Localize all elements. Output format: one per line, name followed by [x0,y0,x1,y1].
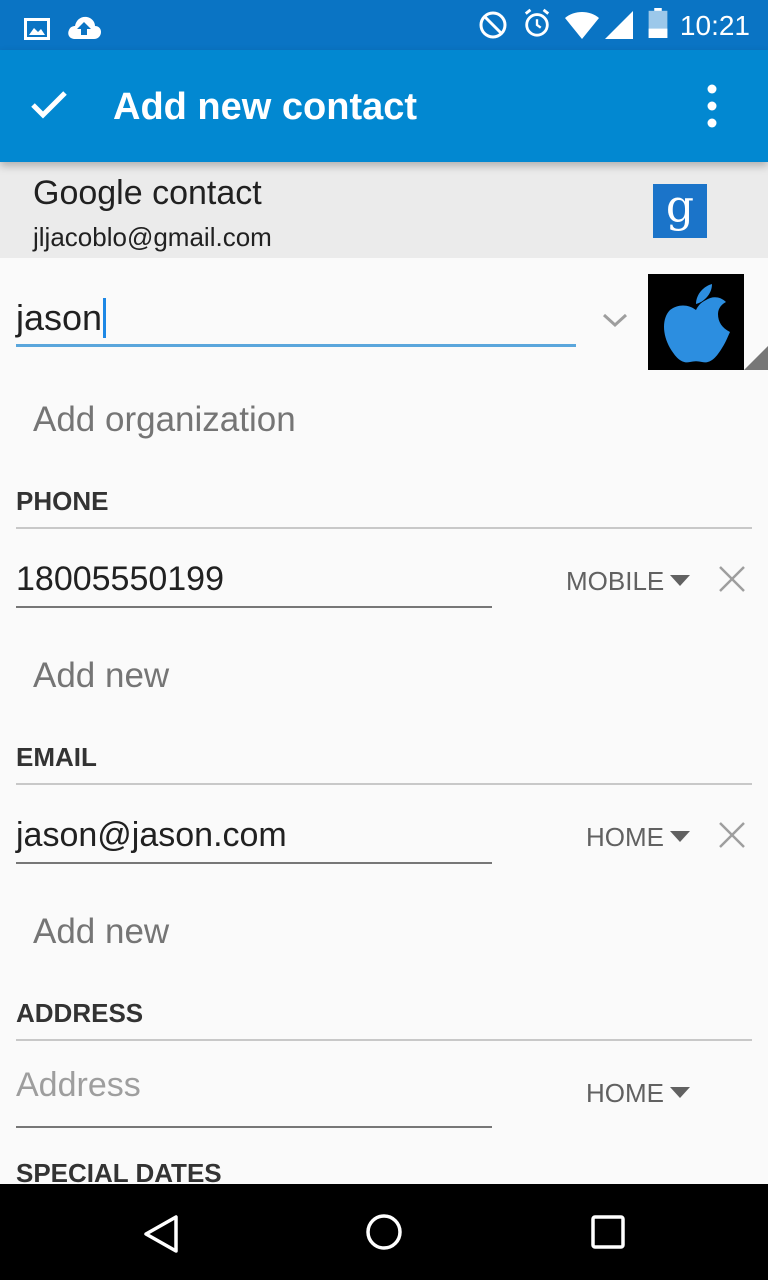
account-email: jljacoblo@gmail.com [33,222,272,252]
dropdown-arrow-icon [670,1087,690,1098]
address-section-title: ADDRESS [16,998,144,1028]
contact-photo[interactable] [648,274,744,370]
dropdown-arrow-icon [670,831,690,842]
phone-type-label: MOBILE [566,566,665,596]
app-toolbar: Add new contact [0,50,768,162]
add-organization-button[interactable]: Add organization [33,400,296,440]
text-cursor [103,298,107,338]
status-bar: 10:21 [0,0,768,50]
account-type: Google contact [33,174,262,212]
status-time: 10:21 [679,10,750,41]
email-type-dropdown[interactable]: HOME [586,822,690,853]
address-input[interactable]: Address [16,1064,492,1128]
cloud-upload-icon [68,16,101,39]
phone-divider [16,527,752,529]
email-divider [16,783,752,785]
email-input[interactable]: jason@jason.com [16,814,492,864]
remove-phone-icon[interactable] [717,564,747,594]
photo-corner-indicator [744,346,768,370]
back-icon[interactable] [142,1214,180,1254]
check-icon[interactable] [30,90,68,120]
account-header[interactable]: Google contact jljacoblo@gmail.com g [0,162,768,258]
address-type-dropdown[interactable]: HOME [586,1078,690,1109]
remove-email-icon[interactable] [717,820,747,850]
email-section-title: EMAIL [16,742,97,772]
add-new-phone-button[interactable]: Add new [33,656,169,696]
dropdown-arrow-icon [670,575,691,586]
do-not-disturb-icon [479,11,507,39]
google-logo-icon: g [653,184,707,238]
chevron-down-icon[interactable] [600,310,630,330]
name-value: jason [16,297,103,338]
phone-value: 18005550199 [16,560,225,598]
add-new-email-button[interactable]: Add new [33,912,169,952]
battery-icon [648,8,668,38]
wifi-icon [565,12,599,39]
overflow-menu-icon[interactable] [700,84,724,128]
recents-icon[interactable] [590,1214,626,1250]
phone-input[interactable]: 18005550199 [16,558,492,608]
toolbar-title: Add new contact [113,86,418,128]
gallery-icon [24,18,50,40]
home-icon[interactable] [364,1212,404,1252]
address-divider [16,1039,752,1041]
alarm-icon [524,8,550,37]
address-placeholder: Address [16,1066,141,1104]
email-value: jason@jason.com [16,816,287,854]
name-input[interactable]: jason [16,292,576,347]
signal-icon [605,11,633,39]
phone-section-title: PHONE [16,486,109,516]
apple-logo-icon [664,284,730,363]
phone-type-dropdown[interactable]: MOBILE [566,566,691,597]
email-type-label: HOME [586,822,664,852]
address-type-label: HOME [586,1078,664,1108]
navigation-bar [0,1184,768,1280]
